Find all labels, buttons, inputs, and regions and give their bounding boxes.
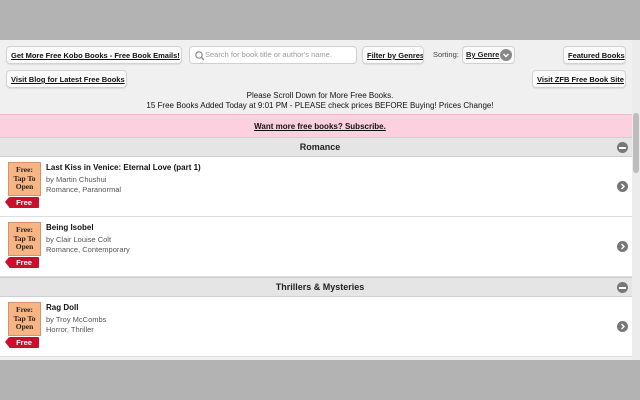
collapse-icon[interactable]	[617, 282, 628, 293]
search-input[interactable]: Search for book title or author's name.	[189, 46, 357, 64]
free-book-emails-button[interactable]: Get More Free Kobo Books - Free Book Ema…	[6, 46, 182, 64]
free-tag: Free	[5, 257, 39, 268]
book-cover[interactable]: Free: Tap To Open	[8, 162, 41, 196]
chevron-right-icon[interactable]	[617, 241, 628, 252]
book-row[interactable]: Free: Tap To Open Free Last Kiss in Veni…	[0, 157, 640, 217]
free-tag: Free	[5, 337, 39, 348]
book-title[interactable]: Last Kiss in Venice: Eternal Love (part …	[46, 163, 201, 172]
sort-value: By Genre	[466, 50, 500, 59]
book-author: by Clair Louise Colt	[46, 235, 112, 244]
free-tag: Free	[5, 197, 39, 208]
book-genres: Romance, Paranormal	[46, 185, 122, 194]
visit-blog-button[interactable]: Visit Blog for Latest Free Books	[6, 70, 127, 88]
chevron-right-icon[interactable]	[617, 181, 628, 192]
scrollbar-thumb[interactable]	[633, 113, 639, 173]
filter-by-genres-button[interactable]: Filter by Genres	[362, 46, 424, 64]
book-row[interactable]: Free: Tap To Open Free Rag Doll by Troy …	[0, 297, 640, 357]
cover-line: Open	[15, 182, 34, 191]
sort-select[interactable]: By Genre	[462, 46, 515, 64]
visit-site-button[interactable]: Visit ZFB Free Book Site	[532, 70, 626, 88]
book-author: by Troy McCombs	[46, 315, 107, 324]
notice-line-1: Please Scroll Down for More Free Books.	[246, 91, 394, 100]
notice-line-2: 15 Free Books Added Today at 9:01 PM - P…	[146, 101, 494, 110]
collapse-icon[interactable]	[617, 142, 628, 153]
chevron-down-icon	[500, 49, 512, 61]
book-row[interactable]: Free: Tap To Open Free Being Isobel by C…	[0, 217, 640, 277]
section-title: Romance	[299, 142, 341, 152]
section-header-thrillers-mysteries[interactable]: Thrillers & Mysteries	[0, 277, 640, 297]
free-book-emails-label: Get More Free Kobo Books - Free Book Ema…	[11, 51, 180, 60]
featured-books-button[interactable]: Featured Books	[563, 46, 626, 64]
subscribe-link[interactable]: Want more free books? Subscribe.	[254, 122, 386, 131]
book-genres: Horror, Thriller	[46, 325, 94, 334]
subscribe-banner: Want more free books? Subscribe.	[0, 114, 640, 139]
book-title[interactable]: Rag Doll	[46, 303, 78, 312]
cover-line: Open	[15, 322, 34, 331]
section-header-romance[interactable]: Romance	[0, 137, 640, 157]
section-title: Thrillers & Mysteries	[275, 282, 365, 292]
app-panel: Get More Free Kobo Books - Free Book Ema…	[0, 40, 640, 360]
cover-line: Open	[15, 242, 34, 251]
featured-books-label: Featured Books	[568, 51, 625, 60]
chevron-right-icon[interactable]	[617, 321, 628, 332]
filter-by-genres-label: Filter by Genres	[367, 51, 424, 60]
notice-text: Please Scroll Down for More Free Books. …	[0, 91, 640, 111]
scrollbar[interactable]	[632, 40, 640, 360]
book-author: by Martin Chushui	[46, 175, 107, 184]
search-placeholder: Search for book title or author's name.	[205, 50, 332, 59]
visit-site-label: Visit ZFB Free Book Site	[537, 75, 624, 84]
book-title[interactable]: Being Isobel	[46, 223, 94, 232]
book-cover[interactable]: Free: Tap To Open	[8, 302, 41, 336]
book-genres: Romance, Contemporary	[46, 245, 130, 254]
visit-blog-label: Visit Blog for Latest Free Books	[11, 75, 125, 84]
sorting-label: Sorting:	[433, 50, 459, 59]
book-cover[interactable]: Free: Tap To Open	[8, 222, 41, 256]
